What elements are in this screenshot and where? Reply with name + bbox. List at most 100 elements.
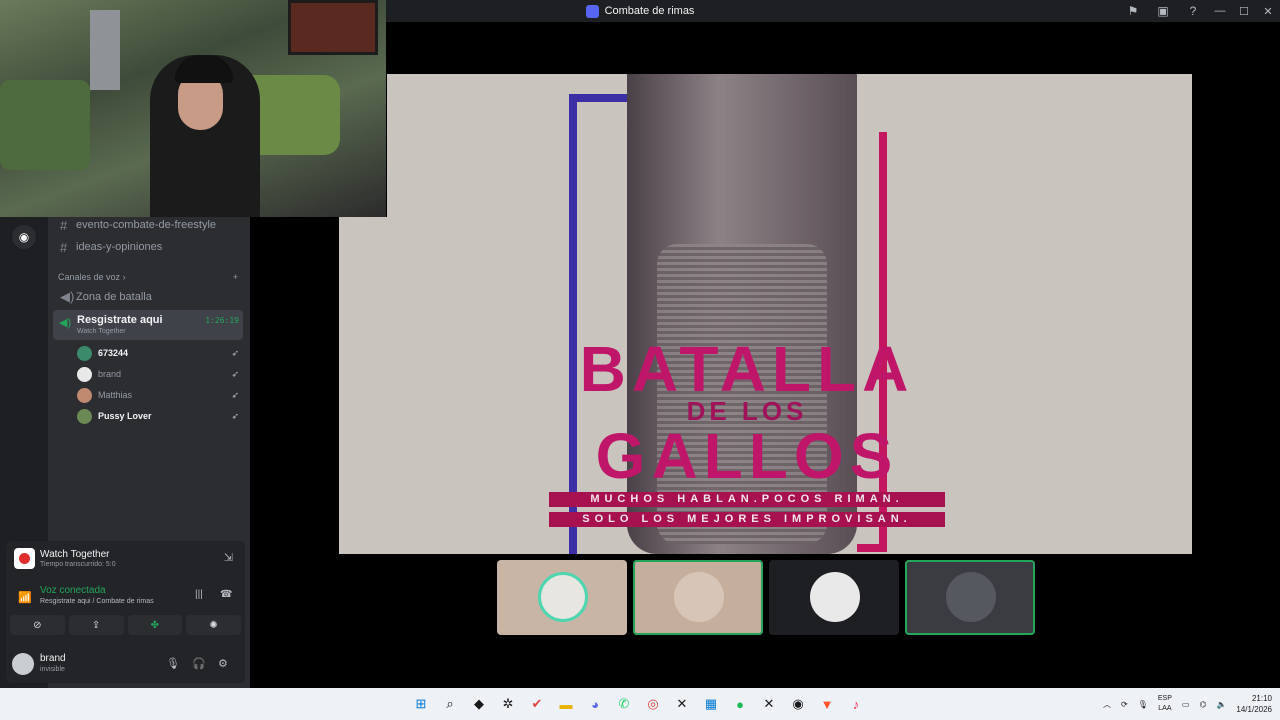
app-icon-1[interactable]: ◆: [468, 693, 490, 715]
store-icon[interactable]: ▦: [700, 693, 722, 715]
voice-member[interactable]: brand ➶: [77, 364, 243, 384]
sync-icon[interactable]: ⟳: [1121, 700, 1128, 709]
poster-title-line3: GALLOS: [595, 420, 899, 492]
participant-tile[interactable]: [905, 560, 1035, 635]
inbox-icon[interactable]: ▣: [1148, 0, 1178, 22]
minimize-button[interactable]: —: [1208, 0, 1232, 22]
rocket-icon: ➶: [231, 347, 239, 358]
webcam-fridge: [90, 10, 120, 90]
active-voice-channel[interactable]: ◀) Resgistrate aqui Watch Together 1:26:…: [53, 310, 243, 340]
add-channel-button[interactable]: +: [233, 272, 238, 282]
taskbar: ⊞ ⌕ ◆ ✲ ✔ ▬ ◕ ✆ ◎ ✕ ▦ ● ✕ ◉ ▼ ♪ ︿ ⟳ 🎙 ES…: [0, 688, 1280, 720]
user-status: invisible: [40, 666, 65, 673]
participant-tile[interactable]: [769, 560, 899, 635]
chevron-down-icon: ›: [122, 272, 126, 282]
poster-title-line1: BATALLA: [579, 333, 915, 405]
activity-title: Watch Together: [40, 549, 110, 560]
voice-connected-title[interactable]: Voz conectada: [40, 585, 106, 596]
whatsapp-icon[interactable]: ✆: [613, 693, 635, 715]
voice-member[interactable]: 673244 ➶: [77, 343, 243, 363]
avatar: [77, 387, 92, 403]
monitor-icon[interactable]: ▭: [1182, 700, 1190, 709]
voice-channel-zona[interactable]: ◀) Zona de batalla: [54, 286, 244, 308]
soundboard-button[interactable]: ✺: [186, 615, 241, 635]
participant-tile[interactable]: [497, 560, 627, 635]
tiktok-icon[interactable]: ♪: [845, 693, 867, 715]
active-voice-name: Resgistrate aqui: [77, 314, 163, 326]
hash-icon: #: [60, 239, 68, 255]
region-code: LAA: [1158, 705, 1172, 712]
member-name: brand: [98, 369, 122, 379]
avatar: [77, 366, 92, 382]
member-name: 673244: [98, 348, 129, 358]
leave-activity-icon[interactable]: ⇲: [224, 551, 233, 564]
chatgpt-icon[interactable]: ✲: [497, 693, 519, 715]
spotify-icon[interactable]: ●: [729, 693, 751, 715]
channel-label: ideas-y-opiniones: [76, 241, 163, 253]
search-icon[interactable]: ⌕: [439, 693, 461, 715]
participant-tiles: [497, 560, 1035, 635]
help-icon[interactable]: ?: [1178, 0, 1208, 22]
todo-icon[interactable]: ✔: [526, 693, 548, 715]
windows-start-icon[interactable]: ⊞: [410, 693, 432, 715]
flag-icon[interactable]: ⚑: [1118, 0, 1148, 22]
active-voice-timer: 1:26:19: [205, 316, 239, 325]
rocket-icon: ➶: [231, 368, 239, 379]
avatar: [538, 572, 588, 622]
clock[interactable]: 21:10 14/1/2026: [1236, 693, 1272, 715]
avatar: [810, 572, 860, 622]
rocket-icon: ➶: [231, 410, 239, 421]
poster-slogan-1: MUCHOS HABLAN.POCOS RIMAN.: [549, 492, 945, 507]
rocket-icon: ➶: [231, 389, 239, 400]
obs-icon[interactable]: ◉: [787, 693, 809, 715]
close-button[interactable]: ✕: [1256, 0, 1280, 22]
youtube-icon: [14, 548, 35, 569]
screen-share-button[interactable]: ⇪: [68, 615, 124, 635]
channel-ideas[interactable]: # ideas-y-opiniones: [54, 236, 244, 258]
discord-icon[interactable]: ◕: [584, 693, 606, 715]
voice-category[interactable]: Canales de voz › +: [58, 272, 238, 282]
avatar: [77, 345, 92, 361]
hash-icon: #: [60, 217, 68, 233]
language-code: ESP: [1157, 695, 1172, 702]
speaker-icon: ◀): [60, 289, 75, 304]
active-voice-activity: Watch Together: [77, 328, 126, 335]
activity-button[interactable]: ✤: [127, 615, 183, 635]
participant-tile[interactable]: [633, 560, 763, 635]
network-icon[interactable]: ⌬: [1199, 700, 1206, 709]
capcut-icon[interactable]: ✕: [671, 693, 693, 715]
speaker-icon: ◀): [59, 317, 72, 329]
volume-icon[interactable]: 🔈: [1216, 700, 1226, 709]
maximize-button[interactable]: ☐: [1232, 0, 1256, 22]
noise-suppression-icon[interactable]: |||: [195, 589, 209, 603]
microphone-tray-icon[interactable]: 🎙: [1138, 700, 1148, 709]
avatar[interactable]: [12, 653, 34, 675]
chrome-icon[interactable]: ◎: [642, 693, 664, 715]
disconnect-icon[interactable]: ☎: [220, 589, 234, 603]
microphone-icon[interactable]: 🎙: [166, 657, 180, 670]
user-panel: Watch Together Tiempo transcurrido: 5:0 …: [6, 541, 245, 683]
voice-connected-subtitle[interactable]: Resgistrate aqui / Combate de rimas: [40, 598, 154, 605]
camera-off-button[interactable]: ⊘: [10, 615, 65, 635]
webcam-couch-left: [0, 80, 90, 170]
stream-edge: [339, 217, 387, 554]
language-indicator[interactable]: ESP LAA: [1158, 694, 1172, 714]
avatar: [946, 572, 996, 622]
voice-member[interactable]: Pussy Lover ➶: [77, 406, 243, 426]
discover-icon[interactable]: ◉: [12, 225, 36, 249]
brave-icon[interactable]: ▼: [816, 693, 838, 715]
signal-icon: 📶: [18, 592, 32, 604]
voice-member[interactable]: Matthias ➶: [77, 385, 243, 405]
channel-evento[interactable]: # evento-combate-de-freestyle: [54, 214, 244, 236]
member-name: Matthias: [98, 390, 133, 400]
user-name[interactable]: brand: [40, 653, 66, 664]
headphones-icon[interactable]: 🎧: [192, 657, 206, 670]
avatar: [674, 572, 724, 622]
screen-share-stream[interactable]: BATALLA DE LOS GALLOS MUCHOS HABLAN.POCO…: [387, 74, 1192, 554]
gear-icon[interactable]: ⚙: [218, 657, 228, 670]
capcut-icon-2[interactable]: ✕: [758, 693, 780, 715]
chevron-up-icon[interactable]: ︿: [1103, 699, 1111, 710]
channel-label: Zona de batalla: [76, 291, 152, 303]
app-icon: [585, 4, 599, 18]
folder-icon[interactable]: ▬: [555, 693, 577, 715]
